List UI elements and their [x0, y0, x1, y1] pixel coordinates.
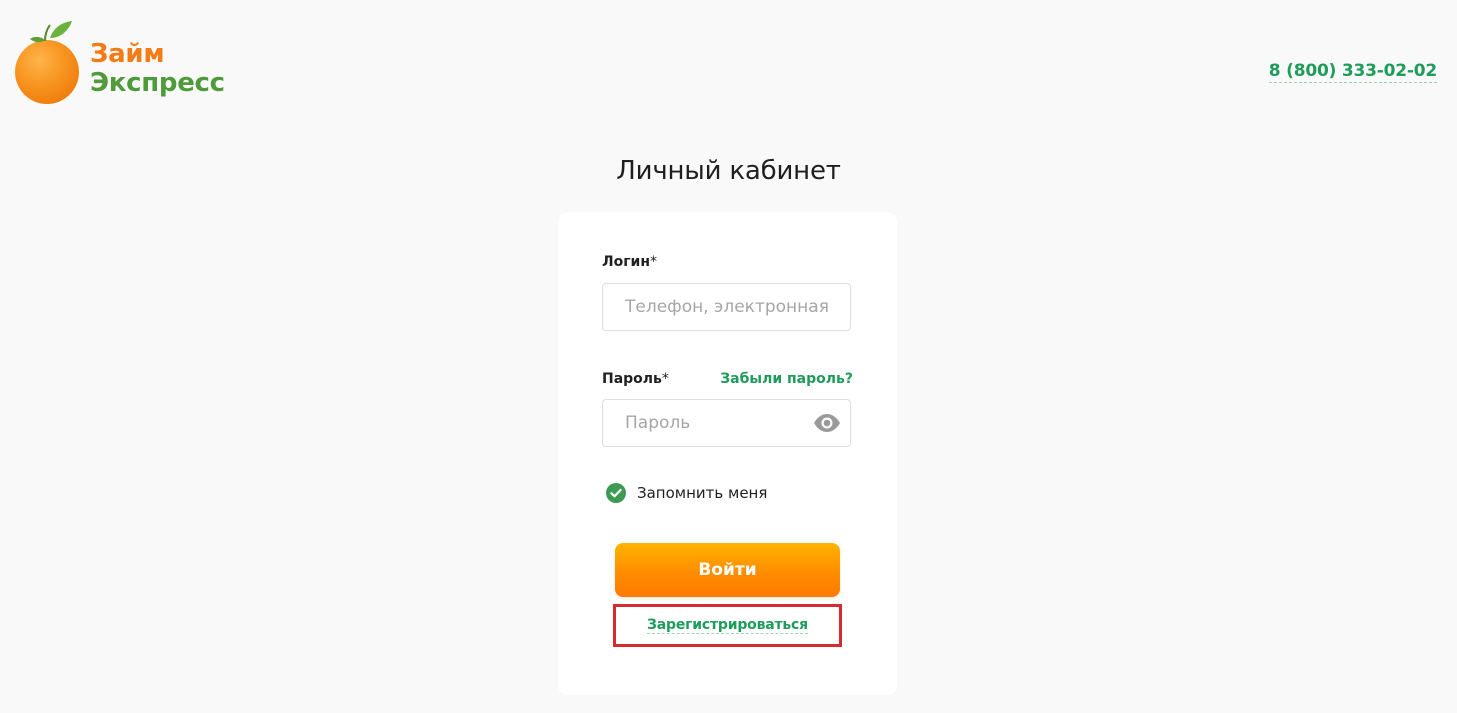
- login-input[interactable]: [602, 283, 851, 331]
- logo-line-2: Экспресс: [90, 68, 225, 98]
- orange-icon: [15, 21, 79, 104]
- login-card: Логин* Пароль* Забыли пароль? Запомнить …: [558, 212, 897, 695]
- eye-icon[interactable]: [813, 413, 841, 433]
- phone-link[interactable]: 8 (800) 333-02-02: [1268, 61, 1437, 83]
- forgot-password-link[interactable]: Забыли пароль?: [720, 371, 853, 387]
- required-mark: *: [650, 254, 658, 270]
- logo[interactable]: Займ Экспресс: [14, 20, 254, 106]
- logo-line-1: Займ: [90, 39, 165, 69]
- page-title: Личный кабинет: [616, 156, 841, 186]
- password-label: Пароль*: [602, 371, 669, 387]
- password-label-text: Пароль: [602, 371, 662, 387]
- register-link[interactable]: Зарегистрироваться: [647, 617, 808, 634]
- register-highlight-box: Зарегистрироваться: [613, 604, 842, 647]
- login-label-text: Логин: [602, 254, 651, 270]
- remember-me-checkbox[interactable]: Запомнить меня: [606, 482, 767, 504]
- checkmark-circle-icon: [606, 483, 626, 503]
- login-button[interactable]: Войти: [615, 543, 840, 597]
- logo-text: Займ Экспресс: [90, 40, 225, 98]
- login-label: Логин*: [602, 254, 657, 270]
- remember-me-label: Запомнить меня: [637, 484, 768, 502]
- required-mark: *: [661, 371, 669, 387]
